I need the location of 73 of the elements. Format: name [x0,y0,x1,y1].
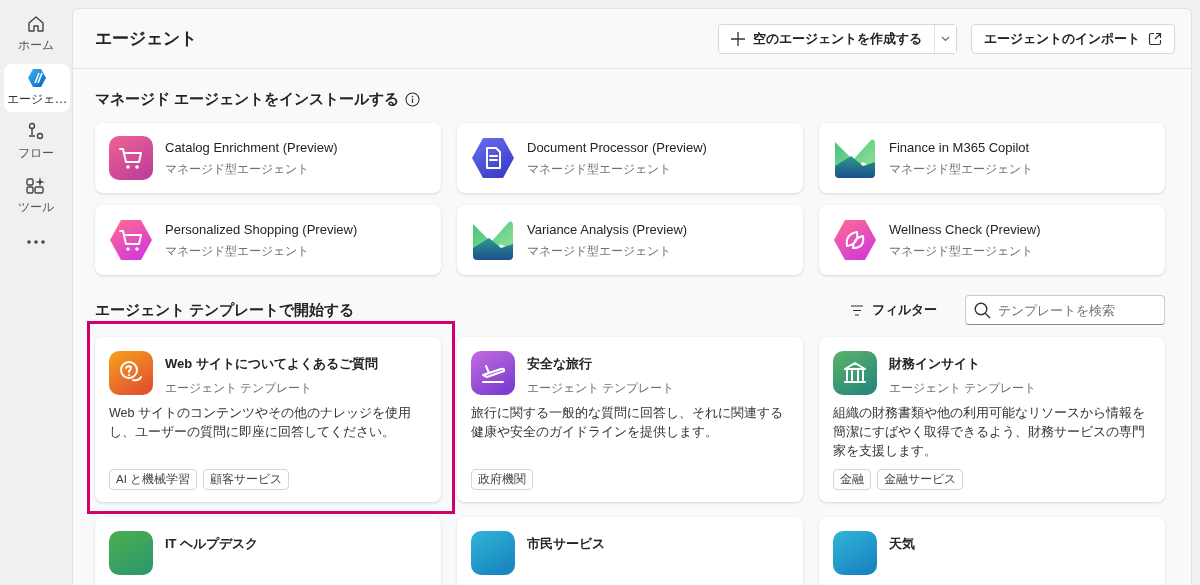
more-icon[interactable] [27,240,45,244]
template-type: エージェント テンプレート [165,381,314,396]
home-icon [26,14,46,34]
agent-card[interactable]: Personalized Shopping (Preview) マネージド型エージェント [95,205,441,275]
agent-name: Variance Analysis (Preview) [527,221,688,237]
agent-name: Finance in M365 Copilot [889,139,1031,155]
template-card[interactable]: 財務インサイト エージェント テンプレート 組織の財務書類や他の利用可能なリソースから情報を簡潔にすばやく取得できるよう、財務サービスの専門家を支援します。 金融 金融サービス [819,337,1165,502]
agent-name: Document Processor (Preview) [527,139,707,155]
template-card[interactable]: IT ヘルプデスク [95,517,441,585]
agent-type: マネージド型エージェント [165,161,310,177]
info-icon[interactable] [405,91,421,107]
airplane-icon [471,351,515,395]
agent-card[interactable]: Catalog Enrichment (Preview) マネージド型エージェント [95,123,441,193]
agent-card[interactable]: Finance in M365 Copilot マネージド型エージェント [819,123,1165,193]
template-card[interactable]: Web サイトについてよくあるご質問 エージェント テンプレート Web サイトのコンテンツやその他のナレッジを使用し、ユーザーの質問に即座に回答してください。 AI と機械学習 顧客サービス [95,337,441,502]
category-tag: 顧客サービス [203,469,290,490]
agent-card[interactable]: Variance Analysis (Preview) マネージド型エージェント [457,205,803,275]
template-card[interactable]: 安全な旅行 エージェント テンプレート 旅行に関する一般的な質問に回答し、それに関連する健康や安全のガイドラインを提供します。 政府機関 [457,337,803,502]
template-description: 旅行に関する一般的な質問に回答し、それに関連する健康や安全のガイドラインを提供します。 [471,405,784,441]
create-agent-split-button[interactable]: 空のエージェントを作成する [718,23,957,54]
category-tag: 政府機関 [471,469,533,490]
leaf-icon [833,218,877,262]
agent-type: マネージド型エージェント [527,161,672,177]
cart-icon [109,136,153,180]
template-icon [109,531,153,575]
sidebar-item[interactable]: フロー [10,118,62,166]
template-card[interactable]: 天気 [819,517,1165,585]
tools-icon [25,176,47,196]
agent-type: マネージド型エージェント [889,243,1034,259]
category-tag: 金融 [833,469,871,490]
template-description: Web サイトのコンテンツやその他のナレッジを使用し、ユーザーの質問に即座に回答してください。 [109,405,412,441]
agent-card[interactable]: Document Processor (Preview) マネージド型エージェント [457,123,803,193]
cart-icon [109,218,153,262]
import-agent-button[interactable]: エージェントのインポート [971,23,1175,54]
category-tag: AI と機械学習 [109,469,198,490]
filter-button[interactable]: フィルター [844,300,943,320]
agent-card[interactable]: Wellness Check (Preview) マネージド型エージェント [819,205,1165,275]
sidebar-item[interactable]: ホーム [10,10,62,58]
template-type: エージェント テンプレート [889,381,1037,396]
template-name: 安全な旅行 [527,355,593,373]
template-name: 天気 [889,535,915,553]
document-icon [471,136,515,180]
question-chat-icon [109,351,153,395]
filter-icon [850,304,864,316]
sidebar-item[interactable]: ツール [10,172,62,220]
search-field[interactable]: テンプレートを検索 [965,295,1165,325]
template-card[interactable]: 市民サービス [457,517,803,585]
template-name: Web サイトについてよくあるご質問 [165,355,378,373]
template-description: 組織の財務書類や他の利用可能なリソースから情報を簡潔にすばやく取得できるよう、財務サービスの専門家を支援します。 [833,405,1146,460]
bank-icon [833,351,877,395]
agent-type: マネージド型エージェント [889,161,1033,177]
template-name: 市民サービス [527,535,605,553]
template-name: IT ヘルプデスク [165,535,259,553]
template-icon [833,531,877,575]
plus-icon [731,31,745,46]
section-title: マネージド エージェントをインストールする [95,89,400,109]
agent-type: マネージド型エージェント [527,243,672,259]
agent-name: Wellness Check (Preview) [889,221,1041,237]
template-icon [471,531,515,575]
page-title: エージェント [95,28,198,50]
sidebar-item[interactable]: エージェ… [4,64,70,112]
template-name: 財務インサイト [889,355,981,373]
agent-logo-icon [27,68,47,88]
category-tag: 金融サービス [877,469,963,490]
flow-icon [26,122,46,142]
template-type: エージェント テンプレート [527,381,675,396]
agent-name: Personalized Shopping (Preview) [165,221,358,237]
agent-name: Catalog Enrichment (Preview) [165,139,338,155]
search-icon [974,302,991,319]
agent-type: マネージド型エージェント [165,243,310,259]
chevron-down-icon [941,35,950,42]
section-title: エージェント テンプレートで開始する [95,300,356,320]
external-link-icon [1148,31,1162,46]
